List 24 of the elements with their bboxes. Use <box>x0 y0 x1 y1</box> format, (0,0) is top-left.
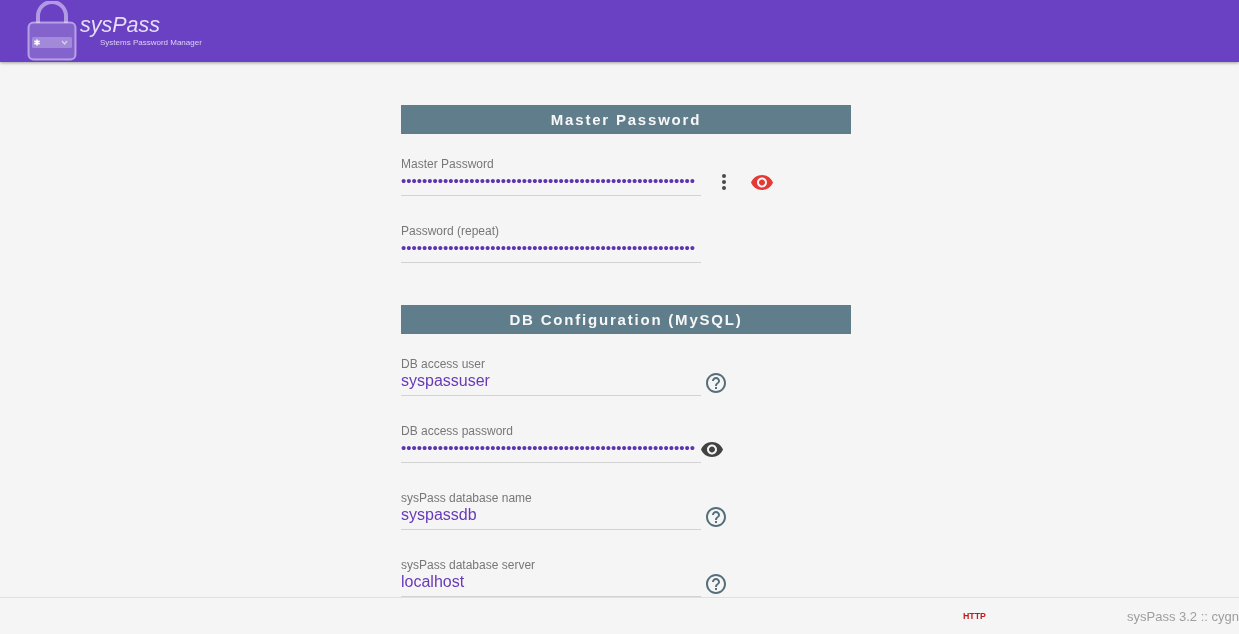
password-field[interactable]: Password (repeat) •••••••••••••••••••••••••••••••••••••••••••••••••••••••• <box>401 224 701 263</box>
field-label: DB access password <box>401 424 515 438</box>
text-field[interactable]: sysPass database name syspassdb <box>401 491 701 530</box>
eye-icon[interactable] <box>751 174 773 190</box>
help-icon[interactable] <box>706 574 726 594</box>
help-icon[interactable] <box>706 507 726 527</box>
more-options-icon[interactable] <box>722 174 726 190</box>
logo-title: sysPass <box>80 12 162 38</box>
eye-icon[interactable] <box>701 441 723 457</box>
field-label: sysPass database name <box>401 491 533 505</box>
text-field[interactable]: DB access user syspassuser <box>401 357 701 396</box>
protocol-label: HTTP <box>963 611 986 621</box>
field-label: sysPass database server <box>401 558 537 572</box>
field-label: Master Password <box>401 157 495 171</box>
password-field[interactable]: Master Password •••••••••••••••••••••••••••••••••••••••••••••••••••••••• <box>401 157 701 196</box>
section-header: Master Password <box>401 105 851 134</box>
padlock-icon <box>27 1 77 61</box>
version-text: sysPass 3.2 :: cygn <box>1127 608 1239 624</box>
section-header: DB Configuration (MySQL) <box>401 305 851 334</box>
password-field[interactable]: DB access password •••••••••••••••••••••••••••••••••••••••••••••••••••••••• <box>401 424 701 463</box>
logo-subtitle: Systems Password Manager <box>100 38 202 48</box>
help-icon[interactable] <box>706 373 726 393</box>
field-label: DB access user <box>401 357 487 371</box>
field-label: Password (repeat) <box>401 224 501 238</box>
